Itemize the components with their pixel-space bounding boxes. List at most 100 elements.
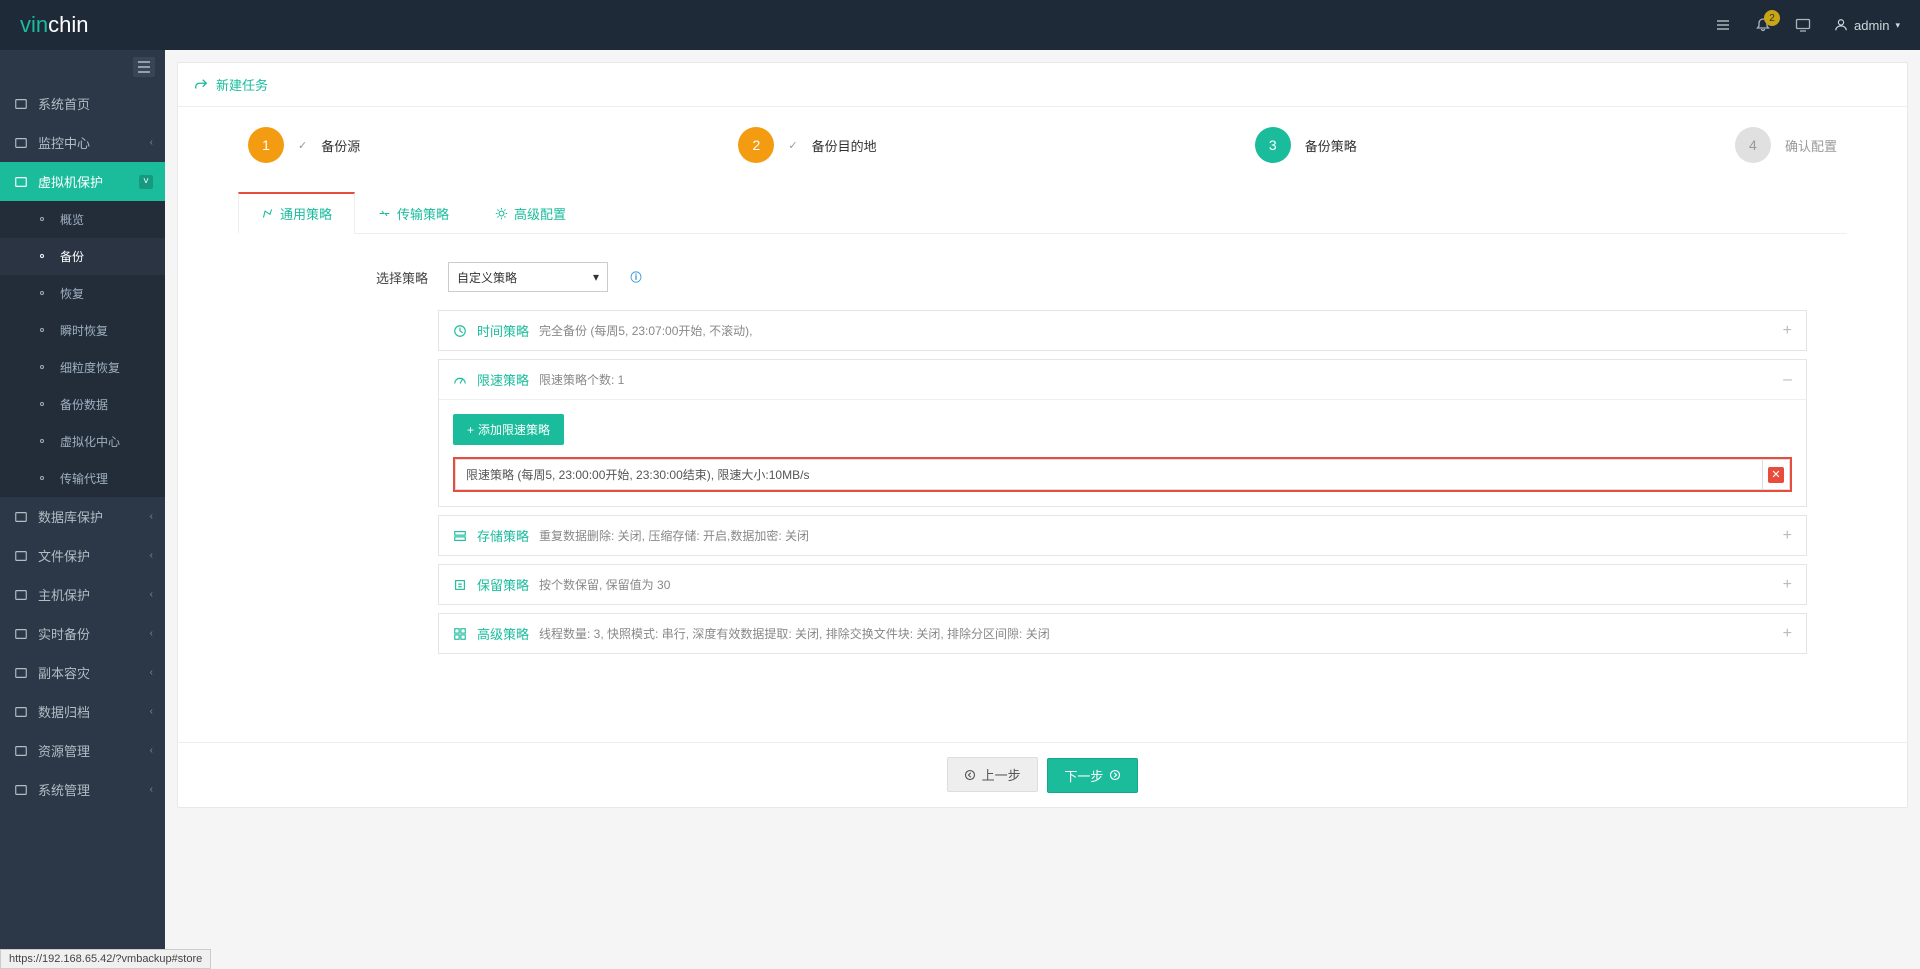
tab-0[interactable]: 通用策略 bbox=[238, 192, 355, 234]
list-icon[interactable] bbox=[1714, 16, 1732, 34]
screen-icon[interactable] bbox=[1794, 16, 1812, 34]
strategy-select[interactable]: 自定义策略 ▾ bbox=[448, 262, 608, 292]
tab-icon bbox=[378, 207, 391, 220]
sidebar-item-10[interactable]: 系统管理‹ bbox=[0, 770, 165, 809]
step-1[interactable]: 1✓备份源 bbox=[248, 127, 360, 163]
main-content: 新建任务 1✓备份源2✓备份目的地3备份策略4确认配置 通用策略传输策略高级配置… bbox=[165, 50, 1920, 969]
sidebar-item-1[interactable]: 监控中心‹ bbox=[0, 123, 165, 162]
sidebar-item-3[interactable]: 数据库保护‹ bbox=[0, 497, 165, 536]
browser-status-bar: https://192.168.65.42/?vmbackup#store bbox=[0, 949, 211, 969]
gauge-icon bbox=[453, 373, 467, 387]
sidebar-label: 系统管理 bbox=[38, 780, 90, 799]
add-limit-label: 添加限速策略 bbox=[478, 421, 550, 438]
sidebar-label: 文件保护 bbox=[38, 546, 90, 565]
top-header: vinchin 2 admin ▾ bbox=[0, 0, 1920, 50]
header-right: 2 admin ▾ bbox=[1714, 16, 1900, 34]
tab-icon bbox=[495, 207, 508, 220]
prev-button[interactable]: 上一步 bbox=[947, 757, 1038, 792]
step-4[interactable]: 4确认配置 bbox=[1735, 127, 1837, 163]
limit-policy-desc: 限速策略个数: 1 bbox=[539, 371, 624, 388]
subnav-item-1[interactable]: 备份 bbox=[0, 238, 165, 275]
settings-icon bbox=[14, 783, 28, 797]
next-button[interactable]: 下一步 bbox=[1047, 758, 1138, 793]
dot-icon bbox=[36, 361, 50, 375]
expand-icon: + bbox=[1783, 322, 1792, 340]
replica-icon bbox=[14, 666, 28, 680]
tab-2[interactable]: 高级配置 bbox=[472, 192, 589, 234]
tab-icon bbox=[261, 207, 274, 220]
add-limit-button[interactable]: +添加限速策略 bbox=[453, 414, 564, 445]
tab-label: 高级配置 bbox=[514, 204, 566, 223]
subnav-label: 概览 bbox=[60, 211, 84, 228]
subnav-item-0[interactable]: 概览 bbox=[0, 201, 165, 238]
monitor-icon bbox=[14, 136, 28, 150]
subnav-label: 备份数据 bbox=[60, 396, 108, 413]
subnav-item-2[interactable]: 恢复 bbox=[0, 275, 165, 312]
retain-policy-title: 保留策略 bbox=[477, 575, 529, 594]
advanced-policy-header[interactable]: 高级策略 线程数量: 3, 快照模式: 串行, 深度有效数据提取: 关闭, 排除… bbox=[439, 614, 1806, 653]
panel: 新建任务 1✓备份源2✓备份目的地3备份策略4确认配置 通用策略传输策略高级配置… bbox=[177, 62, 1908, 808]
resource-icon bbox=[14, 744, 28, 758]
limit-entry-highlighted: 限速策略 (每周5, 23:00:00开始, 23:30:00结束), 限速大小… bbox=[453, 457, 1792, 492]
vm-icon bbox=[14, 175, 28, 189]
retain-icon bbox=[453, 578, 467, 592]
delete-icon[interactable]: ✕ bbox=[1768, 467, 1784, 483]
user-menu[interactable]: admin ▾ bbox=[1834, 18, 1900, 33]
chevron-icon: ‹ bbox=[150, 137, 153, 148]
sidebar-label: 主机保护 bbox=[38, 585, 90, 604]
storage-icon bbox=[453, 529, 467, 543]
strategy-select-row: 选择策略 自定义策略 ▾ ⓘ bbox=[238, 262, 1847, 292]
policy-accordion: 时间策略 完全备份 (每周5, 23:07:00开始, 不滚动), + 限速策略… bbox=[438, 310, 1807, 654]
subnav-item-5[interactable]: 备份数据 bbox=[0, 386, 165, 423]
storage-policy-item: 存储策略 重复数据删除: 关闭, 压缩存储: 开启,数据加密: 关闭 + bbox=[438, 515, 1807, 556]
retain-policy-desc: 按个数保留, 保留值为 30 bbox=[539, 576, 670, 593]
strategy-label: 选择策略 bbox=[238, 268, 428, 287]
sidebar-label: 副本容灾 bbox=[38, 663, 90, 682]
info-icon[interactable]: ⓘ bbox=[628, 269, 644, 285]
retain-policy-header[interactable]: 保留策略 按个数保留, 保留值为 30 + bbox=[439, 565, 1806, 604]
tab-label: 通用策略 bbox=[280, 204, 332, 223]
chevron-icon: ‹ bbox=[150, 628, 153, 639]
file-icon bbox=[14, 549, 28, 563]
sidebar-item-9[interactable]: 资源管理‹ bbox=[0, 731, 165, 770]
sidebar-label: 资源管理 bbox=[38, 741, 90, 760]
subnav-item-4[interactable]: 细粒度恢复 bbox=[0, 349, 165, 386]
time-policy-item: 时间策略 完全备份 (每周5, 23:07:00开始, 不滚动), + bbox=[438, 310, 1807, 351]
storage-policy-title: 存储策略 bbox=[477, 526, 529, 545]
sidebar-label: 虚拟机保护 bbox=[38, 172, 103, 191]
sidebar-item-5[interactable]: 主机保护‹ bbox=[0, 575, 165, 614]
sidebar: 系统首页监控中心‹虚拟机保护˅ 概览备份恢复瞬时恢复细粒度恢复备份数据虚拟化中心传… bbox=[0, 50, 165, 969]
sidebar-label: 系统首页 bbox=[38, 94, 90, 113]
subnav-item-7[interactable]: 传输代理 bbox=[0, 460, 165, 497]
logo: vinchin bbox=[20, 12, 88, 38]
advanced-policy-title: 高级策略 bbox=[477, 624, 529, 643]
step-2[interactable]: 2✓备份目的地 bbox=[738, 127, 876, 163]
bell-icon[interactable]: 2 bbox=[1754, 16, 1772, 34]
caret-down-icon: ▾ bbox=[593, 270, 599, 284]
dot-icon bbox=[36, 472, 50, 486]
share-icon bbox=[194, 78, 208, 92]
strategy-value: 自定义策略 bbox=[457, 269, 517, 286]
sidebar-item-7[interactable]: 副本容灾‹ bbox=[0, 653, 165, 692]
sidebar-item-4[interactable]: 文件保护‹ bbox=[0, 536, 165, 575]
archive-icon bbox=[14, 705, 28, 719]
subnav-label: 备份 bbox=[60, 248, 84, 265]
tab-1[interactable]: 传输策略 bbox=[355, 192, 472, 234]
step-3[interactable]: 3备份策略 bbox=[1255, 127, 1357, 163]
subnav-item-6[interactable]: 虚拟化中心 bbox=[0, 423, 165, 460]
sidebar-item-0[interactable]: 系统首页 bbox=[0, 84, 165, 123]
arrow-right-icon bbox=[1109, 769, 1121, 781]
step-number: 2 bbox=[738, 127, 774, 163]
storage-policy-header[interactable]: 存储策略 重复数据删除: 关闭, 压缩存储: 开启,数据加密: 关闭 + bbox=[439, 516, 1806, 555]
sidebar-item-2[interactable]: 虚拟机保护˅ bbox=[0, 162, 165, 201]
dot-icon bbox=[36, 324, 50, 338]
sidebar-item-8[interactable]: 数据归档‹ bbox=[0, 692, 165, 731]
expand-icon: + bbox=[1783, 576, 1792, 594]
limit-delete-cell: ✕ bbox=[1762, 459, 1790, 490]
limit-policy-header[interactable]: 限速策略 限速策略个数: 1 – bbox=[439, 360, 1806, 399]
collapse-button[interactable] bbox=[133, 57, 155, 77]
tab-label: 传输策略 bbox=[397, 204, 449, 223]
subnav-item-3[interactable]: 瞬时恢复 bbox=[0, 312, 165, 349]
time-policy-header[interactable]: 时间策略 完全备份 (每周5, 23:07:00开始, 不滚动), + bbox=[439, 311, 1806, 350]
sidebar-item-6[interactable]: 实时备份‹ bbox=[0, 614, 165, 653]
